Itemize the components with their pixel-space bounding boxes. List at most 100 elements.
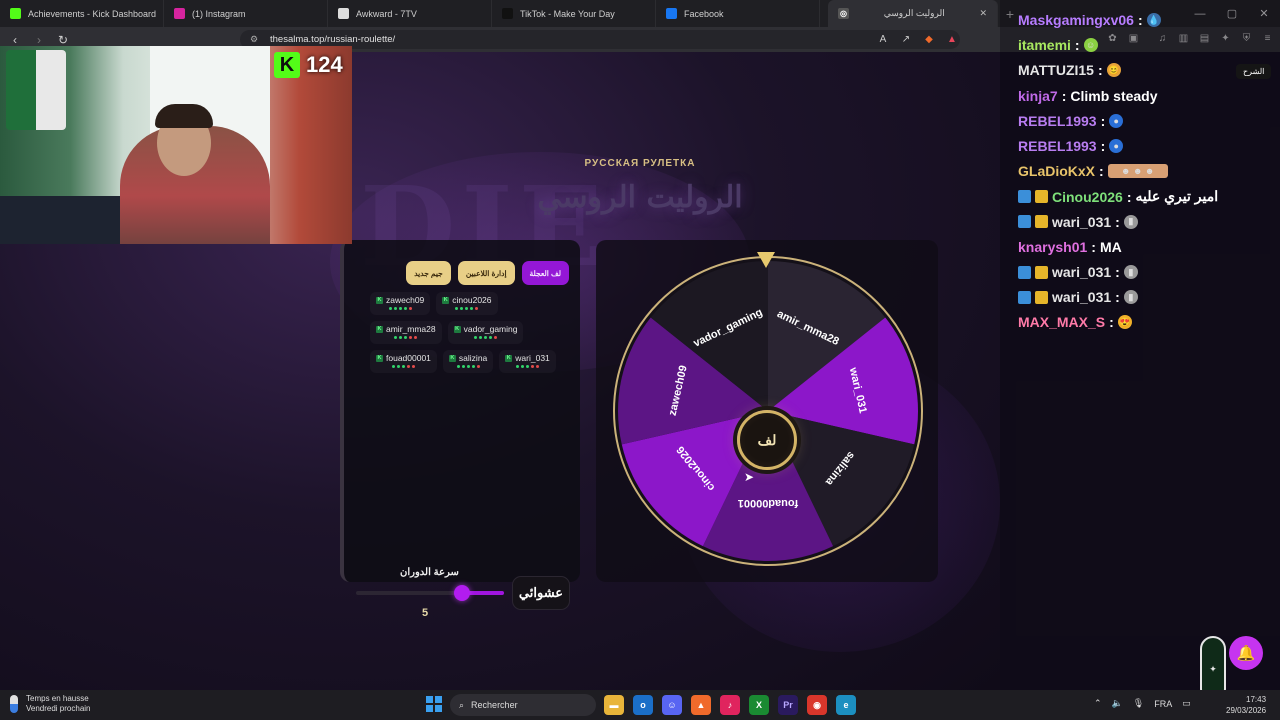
chat-username[interactable]: Maskgamingxv06 [1018, 12, 1134, 28]
brave-icon[interactable]: ▲ [691, 695, 711, 715]
speed-label: سرعة الدوران [400, 567, 459, 578]
player-lives [394, 336, 418, 339]
speaker-icon[interactable]: 🔈 [1112, 698, 1123, 709]
chat-emote-icon: 💧 [1146, 13, 1161, 27]
taskbar-search[interactable]: ⌕ Rechercher [450, 694, 596, 716]
instagram-icon [174, 8, 185, 19]
brave-shield-icon[interactable]: ◆ [922, 32, 936, 46]
close-tab-icon[interactable]: ✕ [979, 8, 987, 19]
speed-value: 5 [422, 607, 429, 619]
chat-username[interactable]: wari_031 [1052, 214, 1111, 230]
chat-separator: : [1115, 264, 1120, 280]
chat-separator: : [1115, 289, 1120, 306]
chat-username[interactable]: wari_031 [1052, 289, 1111, 305]
mouse-cursor-icon: ➤ [744, 470, 755, 484]
life-dot [401, 365, 405, 368]
outlook-icon[interactable]: o [633, 695, 653, 715]
subscriber-badge-icon [1018, 215, 1031, 229]
browser-tab[interactable]: TikTok - Make Your Day [492, 0, 656, 27]
chat-username[interactable]: Cinou2026 [1052, 189, 1123, 205]
chat-username[interactable]: knarysh01 [1018, 239, 1087, 255]
player-chip[interactable]: Kvador_gaming [448, 321, 524, 344]
viewer-count: 124 [306, 52, 343, 77]
players-panel: جيم جديد إدارة اللاعبين لف العجلة Kcinou… [340, 240, 580, 619]
microphone-icon[interactable]: 🎙 [1133, 698, 1144, 709]
tab-active[interactable]: ◎ الروليت الروسي ✕ [828, 0, 998, 27]
new-game-button[interactable]: جيم جديد [406, 261, 451, 285]
player-chip[interactable]: Kfouad00001 [370, 350, 437, 373]
player-chip[interactable]: Ksalizina [443, 350, 493, 373]
page-kicker: РУССКАЯ РУЛЕТКА [584, 158, 696, 169]
brave-rewards-icon[interactable]: ▲ [945, 32, 959, 46]
player-chip[interactable]: Kamir_mma28 [370, 321, 442, 344]
life-dot [536, 365, 540, 368]
kick-badge-icon: K [376, 325, 383, 333]
chat-message: itamemi: ☺ [1018, 37, 1098, 53]
file-explorer-icon[interactable]: ▬ [604, 695, 624, 715]
search-placeholder: Rechercher [471, 700, 518, 710]
premiere-icon[interactable]: Pr [778, 695, 798, 715]
translate-icon[interactable]: A [876, 32, 890, 46]
life-dot [526, 365, 530, 368]
browser-tab[interactable]: Achievements - Kick Dashboard [0, 0, 164, 27]
player-name: amir_mma28 [386, 324, 436, 334]
weather-widget[interactable]: Temps en hausse Vendredi prochain [10, 694, 91, 714]
display-icon[interactable]: ▭ [1182, 698, 1191, 709]
life-dot [475, 307, 479, 310]
player-chip[interactable]: Kzawech09 [370, 292, 430, 315]
kick-badge-icon: K [442, 296, 450, 304]
chat-message: Cinou2026: امير تيري عليه [1018, 188, 1218, 205]
subscriber-badge-icon [1018, 290, 1031, 304]
life-dot [479, 336, 483, 339]
chat-message: knarysh01: MA [1018, 239, 1122, 255]
life-dot [399, 336, 403, 339]
browser-tab[interactable]: (1) Instagram [164, 0, 328, 27]
chat-username[interactable]: itamemi [1018, 37, 1071, 53]
language-indicator[interactable]: FRA [1154, 699, 1172, 709]
webcam-desk [0, 196, 130, 244]
life-dot [461, 365, 465, 368]
start-button[interactable] [426, 696, 442, 712]
random-button[interactable]: عشوائي [512, 576, 570, 610]
speed-slider[interactable] [356, 585, 504, 601]
tiktok-icon[interactable]: ♪ [720, 695, 740, 715]
chat-message: REBEL1993: ● [1018, 138, 1124, 154]
chat-username[interactable]: kinja7 [1018, 88, 1058, 104]
slider-handle[interactable] [453, 585, 470, 601]
xbox-icon[interactable]: X [749, 695, 769, 715]
chat-separator: : [1097, 62, 1103, 79]
windows-taskbar: Temps en hausse Vendredi prochain ⌕ Rech… [0, 690, 1280, 720]
chat-username[interactable]: MATTUZI15 [1018, 62, 1094, 78]
chat-message: Maskgamingxv06: 💧 [1018, 12, 1161, 28]
player-chip[interactable]: Kcinou2026 [436, 292, 497, 315]
spin-wheel-button[interactable]: لف العجلة [521, 261, 569, 285]
spin-button[interactable]: لف [737, 410, 797, 470]
browser-tab[interactable]: Facebook [656, 0, 820, 27]
chat-username[interactable]: MAX_MAX_S [1018, 314, 1105, 330]
page-title: الروليت الروسي [537, 180, 743, 215]
chat-username[interactable]: REBEL1993 [1018, 138, 1097, 154]
edge-icon[interactable]: e [836, 695, 856, 715]
weather-title: Temps en hausse [26, 694, 89, 703]
browser-tab[interactable]: Awkward - 7TV [328, 0, 492, 27]
life-dot [455, 307, 459, 310]
player-list: Kcinou2026 Kzawech09 Kvador_gaming Kamir_mm… [370, 292, 570, 373]
chat-username[interactable]: REBEL1993 [1018, 113, 1097, 129]
chrome-icon[interactable]: ◉ [807, 695, 827, 715]
discord-icon[interactable]: ☺ [662, 695, 682, 715]
life-dot [494, 336, 498, 339]
chat-text: Climb steady [1070, 87, 1158, 104]
player-chip[interactable]: Kwari_031 [499, 350, 556, 373]
chat-message: MATTUZI15: 😊 [1018, 62, 1121, 78]
chevron-up-icon[interactable]: ⌃ [1094, 698, 1102, 709]
site-info-icon[interactable]: ⚙ [250, 34, 261, 45]
player-lives [516, 365, 540, 368]
chat-username[interactable]: wari_031 [1052, 264, 1111, 280]
chat-username[interactable]: GLaDioKxX [1018, 163, 1095, 179]
chat-separator: : [1126, 188, 1132, 205]
tab-title: Facebook [684, 8, 724, 19]
clock[interactable]: 17:43 29/03/2026 [1226, 694, 1266, 716]
manage-players-button[interactable]: إدارة اللاعبين [457, 261, 515, 285]
notification-bell-icon[interactable]: 🔔 [1229, 636, 1263, 670]
share-icon[interactable]: ↗ [899, 32, 913, 46]
